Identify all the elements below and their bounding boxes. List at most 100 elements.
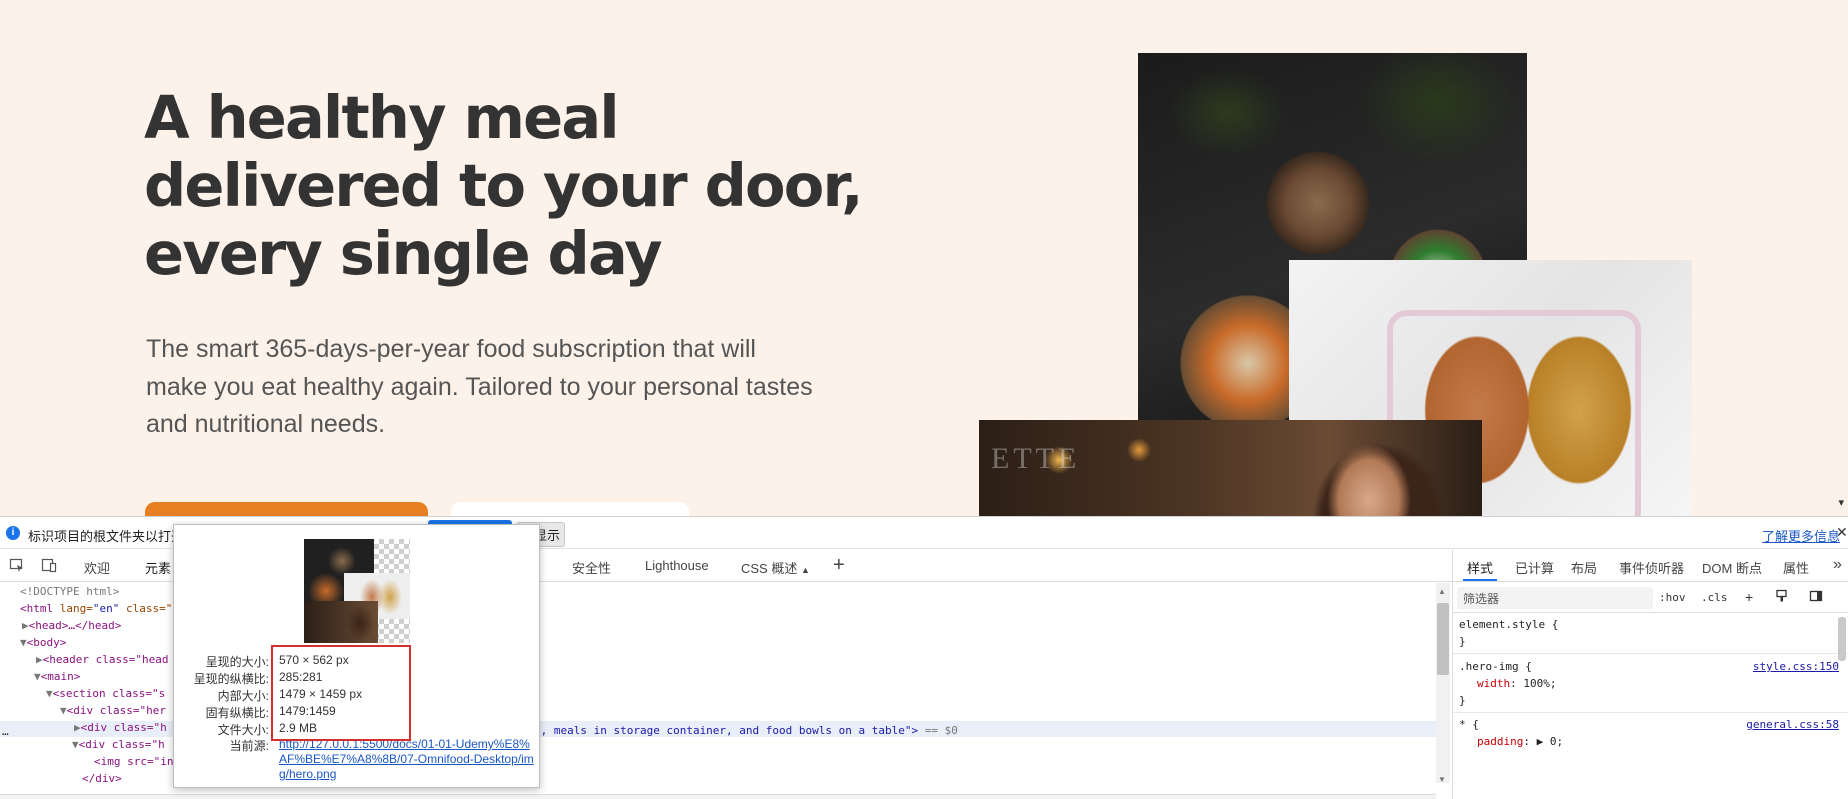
body-tag: <body>	[26, 636, 67, 649]
styles-tab-bar: 样式 已计算 布局 事件侦听器 DOM 断点 属性 »	[1453, 550, 1848, 582]
hero-title: A healthy meal delivered to your door, e…	[144, 84, 884, 288]
tab-dom-breakpoints[interactable]: DOM 断点	[1702, 558, 1762, 577]
expand-arrow-icon[interactable]: ▶	[74, 721, 81, 734]
collapse-arrow-icon[interactable]: ▼	[20, 636, 27, 649]
tab-security[interactable]: 安全性	[572, 558, 611, 577]
tab-lighthouse[interactable]: Lighthouse	[645, 558, 709, 573]
hero-title-line: A healthy meal	[144, 83, 620, 152]
styles-scrollbar-thumb[interactable]	[1838, 617, 1846, 661]
collapse-arrow-icon[interactable]: ▼	[60, 704, 67, 717]
main-tag: <main>	[40, 670, 81, 683]
scroll-up-icon[interactable]: ▲	[1438, 587, 1446, 596]
rule-universal[interactable]: * { general.css:58	[1459, 716, 1839, 733]
styles-filter-row: 筛选器 :hov .cls +	[1453, 583, 1848, 613]
current-source-label: 当前源:	[229, 739, 269, 753]
hero-section: A healthy meal delivered to your door, e…	[0, 0, 1848, 516]
tab-computed[interactable]: 已计算	[1515, 558, 1554, 577]
restaurant-sign: ETTE	[991, 442, 1081, 475]
collapse-arrow-icon[interactable]: ▼	[34, 670, 41, 683]
node-actions-ellipsis[interactable]: …	[2, 723, 9, 740]
rule-hero-img[interactable]: .hero-img { style.css:150	[1459, 658, 1839, 675]
expand-arrow-icon[interactable]: ▶	[36, 653, 43, 666]
experiment-icon: ▲	[800, 565, 810, 575]
rule-selector: * {	[1459, 718, 1479, 731]
collapse-arrow-icon[interactable]: ▼	[46, 687, 53, 700]
add-tab-icon[interactable]: +	[833, 554, 845, 577]
div-tag: <div class="her	[66, 704, 166, 717]
dom-node[interactable]: ▶<header class="head	[36, 651, 168, 668]
dom-node[interactable]: ▼<section class="s	[46, 685, 165, 702]
start-eating-button[interactable]	[145, 502, 428, 516]
intrinsic-size-label: 内部大小:	[217, 689, 269, 703]
new-rule-icon[interactable]: +	[1745, 589, 1753, 605]
paint-icon[interactable]	[1775, 589, 1789, 606]
tab-event-listeners[interactable]: 事件侦听器	[1619, 558, 1684, 577]
rule-element-style[interactable]: element.style {	[1459, 616, 1558, 633]
sidebar-toggle-icon[interactable]	[1809, 589, 1823, 606]
close-icon[interactable]: ✕	[1836, 524, 1848, 541]
inspect-icon[interactable]	[8, 557, 26, 575]
hero-title-line: every single day	[144, 219, 663, 288]
tab-welcome[interactable]: 欢迎	[84, 558, 110, 577]
tab-css-overview[interactable]: CSS 概述 ▲	[741, 558, 810, 577]
img-alt-tail[interactable]: d, meals in storage container, and food …	[534, 722, 958, 739]
dom-node-img[interactable]: <img src="in	[94, 753, 173, 770]
info-icon: i	[6, 526, 20, 540]
dom-node[interactable]: <html lang="en" class="	[20, 600, 172, 617]
learn-more-button[interactable]	[451, 502, 689, 516]
scroll-down-icon[interactable]: ▼	[1438, 775, 1446, 784]
html-tag: <html	[20, 602, 54, 615]
styles-pane: 样式 已计算 布局 事件侦听器 DOM 断点 属性 » 筛选器 :hov .cl…	[1452, 550, 1848, 799]
rule-close: }	[1459, 633, 1466, 650]
dom-node[interactable]: ▼<main>	[34, 668, 80, 685]
collapse-arrow-icon[interactable]: ▼	[72, 738, 79, 751]
dom-node[interactable]: ▶<head>…</head>	[22, 617, 121, 634]
rule-declaration[interactable]: width: 100%;	[1477, 675, 1557, 692]
hov-toggle[interactable]: :hov	[1659, 591, 1686, 604]
html-class: class="	[126, 602, 173, 615]
active-tab-indicator	[1463, 579, 1497, 581]
hero-description-line: The smart 365-days-per-year food subscri…	[146, 335, 756, 363]
head-tag: <head>…</head>	[28, 619, 122, 632]
rule-source-link[interactable]: general.css:58	[1746, 716, 1839, 733]
tab-properties[interactable]: 属性	[1783, 558, 1809, 577]
html-attr-value: "en"	[92, 602, 120, 615]
dom-node[interactable]: ▼<body>	[20, 634, 66, 651]
learn-more-link[interactable]: 了解更多信息	[1762, 526, 1840, 545]
property-value: ▶ 0;	[1536, 735, 1564, 748]
dom-node[interactable]: ▼<div class="her	[60, 702, 166, 719]
rule-declaration[interactable]: padding: ▶ 0;	[1477, 733, 1563, 750]
property-name: padding	[1477, 735, 1524, 748]
div-tag: <div class="h	[78, 738, 165, 751]
tab-elements[interactable]: 元素	[145, 558, 171, 577]
doctype: <!DOCTYPE html>	[20, 585, 120, 598]
dom-breadcrumbs[interactable]	[0, 794, 1436, 799]
woman-eating-image: ETTE	[979, 420, 1482, 516]
section-tag: <section class="s	[52, 687, 166, 700]
annotation-highlight-box	[271, 645, 411, 741]
file-size-label: 文件大小:	[217, 723, 269, 737]
dom-node[interactable]: ▶<div class="h	[74, 719, 167, 736]
current-source-link[interactable]: http://127.0.0.1:5500/docs/01-01-Udemy%E…	[279, 737, 534, 782]
hero-description: The smart 365-days-per-year food subscri…	[146, 331, 866, 444]
device-toolbar-icon[interactable]	[40, 557, 58, 575]
tab-layout[interactable]: 布局	[1571, 558, 1597, 577]
div-close-tag: </div>	[82, 772, 122, 785]
more-tabs-icon[interactable]: »	[1833, 556, 1842, 574]
scroll-down-icon[interactable]: ▾	[1838, 496, 1844, 509]
dom-node[interactable]: </div>	[82, 770, 122, 787]
tab-styles[interactable]: 样式	[1467, 558, 1493, 577]
dom-node[interactable]: ▼<div class="h	[72, 736, 165, 753]
rendered-ratio-label: 呈现的纵横比:	[193, 672, 269, 686]
rule-divider	[1453, 653, 1848, 654]
elements-scrollbar-thumb[interactable]	[1437, 603, 1449, 675]
styles-filter-input[interactable]: 筛选器	[1457, 587, 1653, 609]
img-alt-value: d, meals in storage container, and food …	[534, 724, 919, 737]
property-name: width	[1477, 677, 1511, 690]
infobar-message: 标识项目的根文件夹以打开	[28, 529, 185, 544]
tab-css-overview-label: CSS 概述	[741, 561, 798, 576]
rule-source-link[interactable]: style.css:150	[1753, 658, 1839, 675]
expand-arrow-icon[interactable]: ▶	[22, 619, 29, 632]
cls-toggle[interactable]: .cls	[1701, 591, 1728, 604]
dom-node[interactable]: <!DOCTYPE html>	[20, 583, 119, 600]
